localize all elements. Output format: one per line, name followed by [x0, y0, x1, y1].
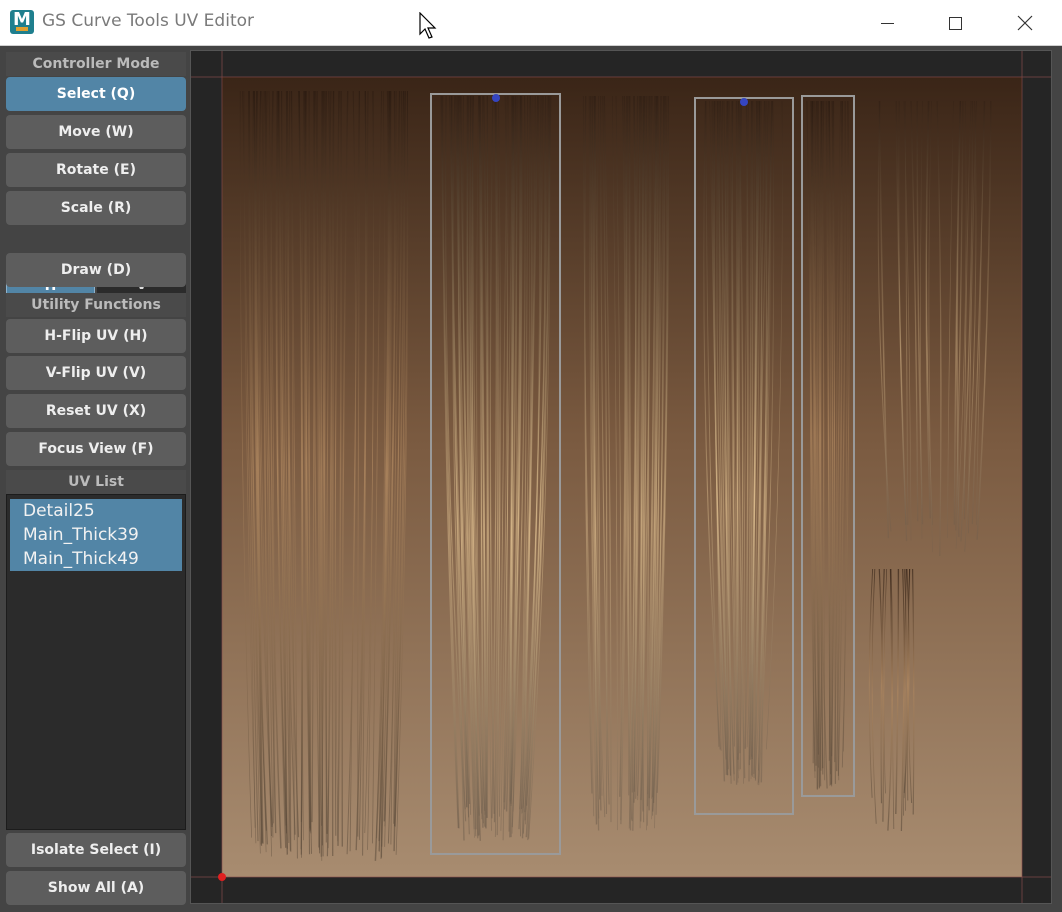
- title-bar: M GS Curve Tools UV Editor: [0, 0, 1062, 46]
- maximize-icon: [948, 16, 962, 30]
- uv-list[interactable]: Detail25 Main_Thick39 Main_Thick49: [6, 494, 186, 830]
- draw-button[interactable]: Draw (D): [6, 253, 186, 287]
- close-button[interactable]: [1002, 6, 1048, 40]
- mouse-cursor-icon: [419, 12, 437, 39]
- origin-marker-icon: [218, 873, 226, 881]
- controller-mode-label: Controller Mode: [6, 52, 186, 76]
- minimize-button[interactable]: [864, 6, 910, 40]
- h-flip-uv-button[interactable]: H-Flip UV (H): [6, 319, 186, 353]
- uv-list-item[interactable]: Detail25: [10, 499, 182, 523]
- isolate-select-button[interactable]: Isolate Select (I): [6, 833, 186, 867]
- window-title: GS Curve Tools UV Editor: [42, 11, 254, 31]
- uv-list-item[interactable]: Main_Thick49: [10, 547, 182, 571]
- sidebar: Controller Mode Select (Q) Move (W) Rota…: [0, 46, 190, 912]
- pivot-handle-icon[interactable]: [492, 94, 500, 102]
- utility-functions-label: Utility Functions: [6, 293, 186, 317]
- uv-canvas[interactable]: [191, 51, 1052, 904]
- maximize-button[interactable]: [932, 6, 978, 40]
- reset-uv-button[interactable]: Reset UV (X): [6, 394, 186, 428]
- select-button[interactable]: Select (Q): [6, 77, 186, 111]
- maya-m-icon: M: [10, 9, 34, 34]
- focus-view-button[interactable]: Focus View (F): [6, 432, 186, 466]
- uv-list-item[interactable]: Main_Thick39: [10, 523, 182, 547]
- minimize-icon: [880, 22, 894, 24]
- rotate-button[interactable]: Rotate (E): [6, 153, 186, 187]
- uv-viewport[interactable]: [190, 50, 1052, 904]
- move-button[interactable]: Move (W): [6, 115, 186, 149]
- close-icon: [1017, 15, 1033, 31]
- v-flip-uv-button[interactable]: V-Flip UV (V): [6, 356, 186, 390]
- scale-button[interactable]: Scale (R): [6, 191, 186, 225]
- pivot-handle-icon[interactable]: [740, 98, 748, 106]
- uv-list-label: UV List: [6, 470, 186, 494]
- show-all-button[interactable]: Show All (A): [6, 871, 186, 905]
